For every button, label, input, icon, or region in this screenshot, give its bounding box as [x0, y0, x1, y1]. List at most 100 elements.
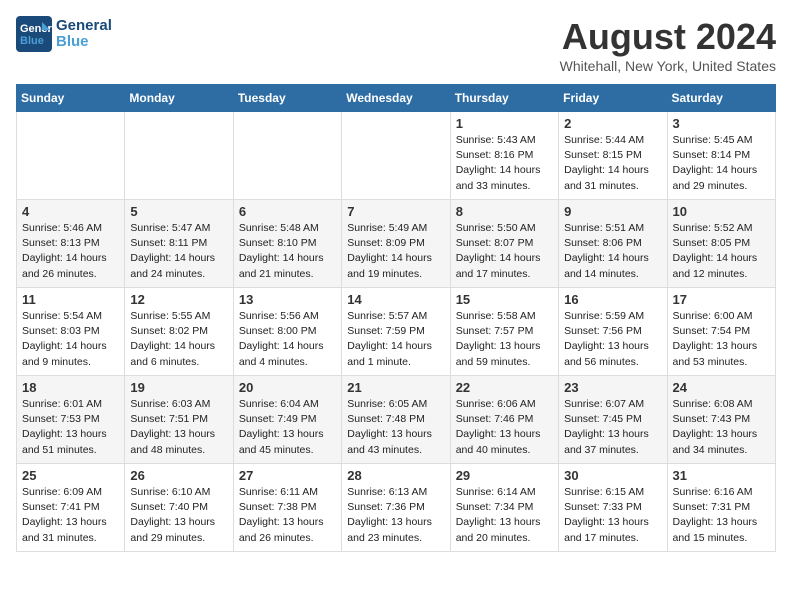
calendar-cell: 25 Sunrise: 6:09 AMSunset: 7:41 PMDayligh…	[17, 464, 125, 552]
day-number: 13	[239, 292, 336, 307]
calendar-title: August 2024	[560, 16, 776, 58]
day-number: 5	[130, 204, 227, 219]
calendar-cell: 2 Sunrise: 5:44 AMSunset: 8:15 PMDaylight…	[559, 112, 667, 200]
weekday-header-friday: Friday	[559, 85, 667, 112]
day-number: 26	[130, 468, 227, 483]
week-row-3: 11Sunrise: 5:54 AMSunset: 8:03 PMDayligh…	[17, 288, 776, 376]
day-info: Sunrise: 6:11 AMSunset: 7:38 PMDaylight:…	[239, 485, 336, 546]
day-info: Sunrise: 5:52 AMSunset: 8:05 PMDaylight:…	[673, 221, 770, 282]
day-number: 24	[673, 380, 770, 395]
calendar-cell: 20 Sunrise: 6:04 AMSunset: 7:49 PMDayligh…	[233, 376, 341, 464]
calendar-cell: 24 Sunrise: 6:08 AMSunset: 7:43 PMDayligh…	[667, 376, 775, 464]
week-row-4: 18 Sunrise: 6:01 AMSunset: 7:53 PMDayligh…	[17, 376, 776, 464]
day-number: 2	[564, 116, 661, 131]
calendar-header-row: SundayMondayTuesdayWednesdayThursdayFrid…	[17, 85, 776, 112]
day-number: 31	[673, 468, 770, 483]
day-number: 6	[239, 204, 336, 219]
day-info: Sunrise: 5:46 AMSunset: 8:13 PMDaylight:…	[22, 221, 119, 282]
day-number: 19	[130, 380, 227, 395]
day-info: Sunrise: 6:08 AMSunset: 7:43 PMDaylight:…	[673, 397, 770, 458]
day-number: 21	[347, 380, 444, 395]
day-info: Sunrise: 6:15 AMSunset: 7:33 PMDaylight:…	[564, 485, 661, 546]
day-info: Sunrise: 6:01 AMSunset: 7:53 PMDaylight:…	[22, 397, 119, 458]
calendar-cell: 6 Sunrise: 5:48 AMSunset: 8:10 PMDaylight…	[233, 200, 341, 288]
calendar-subtitle: Whitehall, New York, United States	[560, 58, 776, 74]
logo-blue-text: Blue	[56, 34, 112, 51]
week-row-2: 4 Sunrise: 5:46 AMSunset: 8:13 PMDaylight…	[17, 200, 776, 288]
calendar-cell: 11Sunrise: 5:54 AMSunset: 8:03 PMDayligh…	[17, 288, 125, 376]
day-number: 27	[239, 468, 336, 483]
day-number: 23	[564, 380, 661, 395]
calendar-header: August 2024 Whitehall, New York, United …	[560, 16, 776, 74]
day-number: 7	[347, 204, 444, 219]
calendar-cell: 15 Sunrise: 5:58 AMSunset: 7:57 PMDayligh…	[450, 288, 558, 376]
calendar-table: SundayMondayTuesdayWednesdayThursdayFrid…	[16, 84, 776, 552]
day-number: 30	[564, 468, 661, 483]
day-info: Sunrise: 5:59 AMSunset: 7:56 PMDaylight:…	[564, 309, 661, 370]
day-number: 3	[673, 116, 770, 131]
day-number: 1	[456, 116, 553, 131]
calendar-cell: 29Sunrise: 6:14 AMSunset: 7:34 PMDayligh…	[450, 464, 558, 552]
day-number: 10	[673, 204, 770, 219]
day-number: 20	[239, 380, 336, 395]
weekday-header-wednesday: Wednesday	[342, 85, 450, 112]
day-number: 25	[22, 468, 119, 483]
day-info: Sunrise: 5:43 AMSunset: 8:16 PMDaylight:…	[456, 133, 553, 194]
day-info: Sunrise: 6:06 AMSunset: 7:46 PMDaylight:…	[456, 397, 553, 458]
logo-general-text: General	[56, 18, 112, 35]
day-info: Sunrise: 6:13 AMSunset: 7:36 PMDaylight:…	[347, 485, 444, 546]
day-info: Sunrise: 5:44 AMSunset: 8:15 PMDaylight:…	[564, 133, 661, 194]
day-number: 14	[347, 292, 444, 307]
day-number: 15	[456, 292, 553, 307]
week-row-5: 25 Sunrise: 6:09 AMSunset: 7:41 PMDayligh…	[17, 464, 776, 552]
day-info: Sunrise: 6:04 AMSunset: 7:49 PMDaylight:…	[239, 397, 336, 458]
weekday-header-sunday: Sunday	[17, 85, 125, 112]
day-number: 17	[673, 292, 770, 307]
svg-text:Blue: Blue	[20, 35, 44, 47]
calendar-cell	[233, 112, 341, 200]
day-info: Sunrise: 6:03 AMSunset: 7:51 PMDaylight:…	[130, 397, 227, 458]
day-number: 12	[130, 292, 227, 307]
calendar-cell: 26Sunrise: 6:10 AMSunset: 7:40 PMDayligh…	[125, 464, 233, 552]
weekday-header-saturday: Saturday	[667, 85, 775, 112]
day-info: Sunrise: 5:45 AMSunset: 8:14 PMDaylight:…	[673, 133, 770, 194]
calendar-cell	[342, 112, 450, 200]
day-number: 28	[347, 468, 444, 483]
day-info: Sunrise: 5:50 AMSunset: 8:07 PMDaylight:…	[456, 221, 553, 282]
day-info: Sunrise: 6:00 AMSunset: 7:54 PMDaylight:…	[673, 309, 770, 370]
calendar-cell: 1 Sunrise: 5:43 AMSunset: 8:16 PMDaylight…	[450, 112, 558, 200]
calendar-cell: 8 Sunrise: 5:50 AMSunset: 8:07 PMDaylight…	[450, 200, 558, 288]
calendar-cell: 16 Sunrise: 5:59 AMSunset: 7:56 PMDayligh…	[559, 288, 667, 376]
calendar-cell: 21 Sunrise: 6:05 AMSunset: 7:48 PMDayligh…	[342, 376, 450, 464]
day-number: 4	[22, 204, 119, 219]
calendar-cell: 12 Sunrise: 5:55 AMSunset: 8:02 PMDayligh…	[125, 288, 233, 376]
calendar-cell: 14Sunrise: 5:57 AMSunset: 7:59 PMDayligh…	[342, 288, 450, 376]
weekday-header-tuesday: Tuesday	[233, 85, 341, 112]
header: General Blue General Blue August 2024 Wh…	[16, 16, 776, 74]
day-info: Sunrise: 6:07 AMSunset: 7:45 PMDaylight:…	[564, 397, 661, 458]
day-info: Sunrise: 6:09 AMSunset: 7:41 PMDaylight:…	[22, 485, 119, 546]
day-info: Sunrise: 6:05 AMSunset: 7:48 PMDaylight:…	[347, 397, 444, 458]
day-number: 16	[564, 292, 661, 307]
day-info: Sunrise: 5:55 AMSunset: 8:02 PMDaylight:…	[130, 309, 227, 370]
calendar-cell: 27 Sunrise: 6:11 AMSunset: 7:38 PMDayligh…	[233, 464, 341, 552]
calendar-cell: 7 Sunrise: 5:49 AMSunset: 8:09 PMDaylight…	[342, 200, 450, 288]
calendar-cell: 18 Sunrise: 6:01 AMSunset: 7:53 PMDayligh…	[17, 376, 125, 464]
day-info: Sunrise: 6:16 AMSunset: 7:31 PMDaylight:…	[673, 485, 770, 546]
logo: General Blue General Blue	[16, 16, 112, 52]
day-info: Sunrise: 5:51 AMSunset: 8:06 PMDaylight:…	[564, 221, 661, 282]
calendar-cell: 17 Sunrise: 6:00 AMSunset: 7:54 PMDayligh…	[667, 288, 775, 376]
day-info: Sunrise: 5:58 AMSunset: 7:57 PMDaylight:…	[456, 309, 553, 370]
day-info: Sunrise: 5:49 AMSunset: 8:09 PMDaylight:…	[347, 221, 444, 282]
calendar-cell: 31 Sunrise: 6:16 AMSunset: 7:31 PMDayligh…	[667, 464, 775, 552]
logo-icon: General Blue	[16, 16, 52, 52]
day-info: Sunrise: 5:54 AMSunset: 8:03 PMDaylight:…	[22, 309, 119, 370]
calendar-cell: 9Sunrise: 5:51 AMSunset: 8:06 PMDaylight…	[559, 200, 667, 288]
day-number: 8	[456, 204, 553, 219]
day-number: 18	[22, 380, 119, 395]
day-number: 22	[456, 380, 553, 395]
day-info: Sunrise: 5:56 AMSunset: 8:00 PMDaylight:…	[239, 309, 336, 370]
calendar-cell: 30 Sunrise: 6:15 AMSunset: 7:33 PMDayligh…	[559, 464, 667, 552]
day-info: Sunrise: 5:48 AMSunset: 8:10 PMDaylight:…	[239, 221, 336, 282]
calendar-cell	[125, 112, 233, 200]
